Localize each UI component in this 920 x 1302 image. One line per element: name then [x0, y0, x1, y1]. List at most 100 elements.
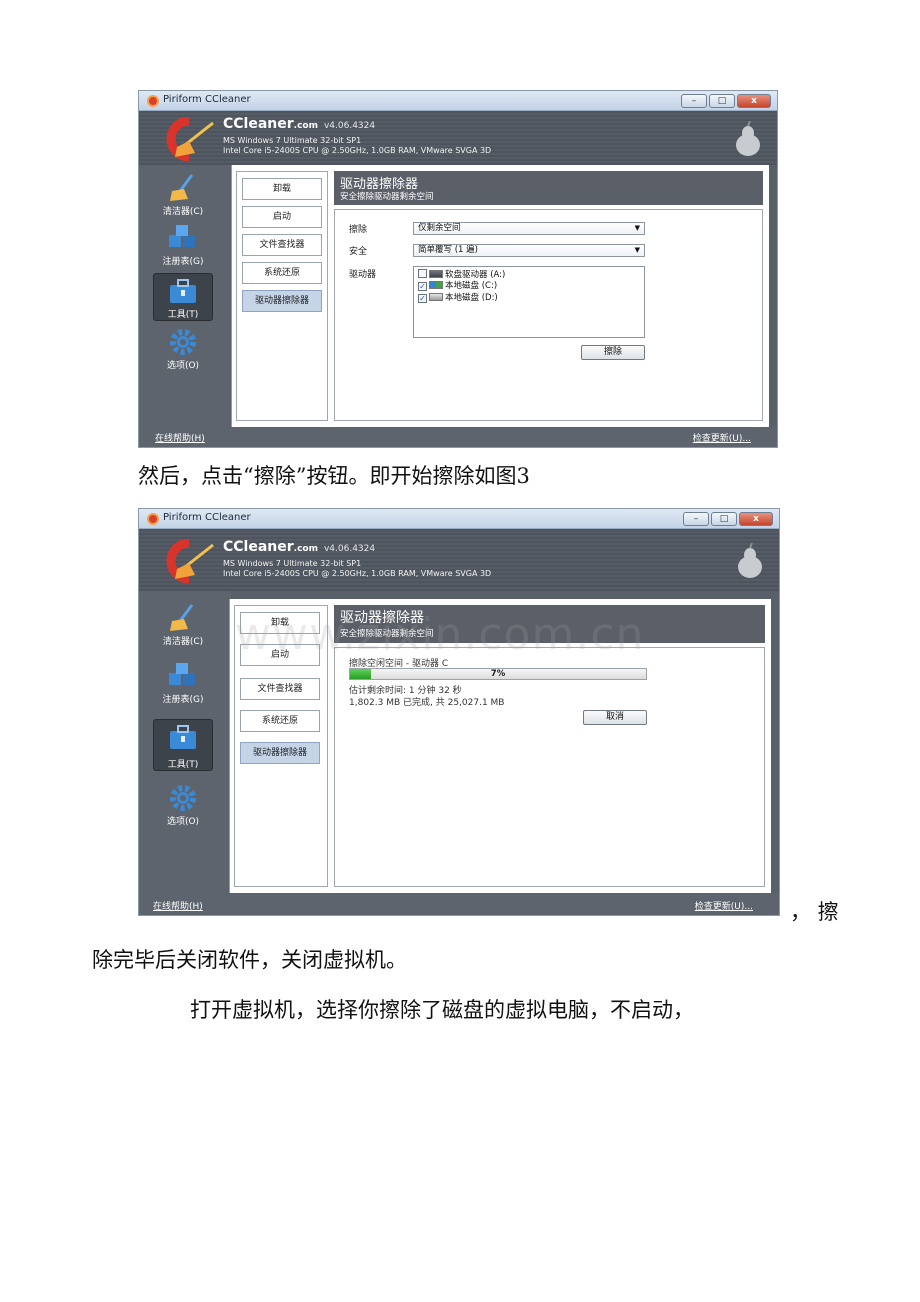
brand-title: CCleaner.com v4.06.4324 — [223, 539, 376, 555]
sidebar-item-label: 注册表(G) — [162, 257, 204, 267]
toolbox-icon — [170, 725, 196, 749]
local-disk-icon — [429, 293, 443, 301]
sidebar-item-registry[interactable]: 注册表(G) — [153, 221, 213, 269]
tool-file-finder-button[interactable]: 文件查找器 — [240, 678, 320, 700]
maximize-button[interactable]: □ — [709, 94, 735, 108]
app-header: CCleaner.com v4.06.4324 MS Windows 7 Ulti… — [139, 529, 779, 591]
panel-subtitle: 安全擦除驱动器剩余空间 — [340, 192, 434, 202]
app-header: CCleaner.com v4.06.4324 MS Windows 7 Ulti… — [139, 111, 777, 165]
minimize-button[interactable]: – — [683, 512, 709, 526]
watermark: www.zixin.com.cn — [235, 609, 645, 660]
close-button[interactable]: x — [737, 94, 771, 108]
system-info-os: MS Windows 7 Ultimate 32-bit SP1 — [223, 559, 362, 568]
list-item[interactable]: ✓ 本地磁盘 (D:) — [418, 293, 498, 304]
titlebar: Piriform CCleaner – □ x — [139, 509, 779, 529]
sidebar: 清洁器(C) 注册表(G) 工具(T) 选项(O) — [139, 591, 231, 895]
wipe-button[interactable]: 擦除 — [581, 345, 645, 360]
app-logo-icon — [147, 95, 159, 107]
registry-cubes-icon — [169, 663, 195, 685]
doc-paragraph-1-continued: ， 擦 — [790, 900, 839, 924]
sidebar-item-label: 清洁器(C) — [162, 637, 204, 647]
window-title: Piriform CCleaner — [163, 94, 251, 105]
sidebar-item-label: 选项(O) — [166, 361, 200, 371]
online-help-link[interactable]: 在线帮助(H) — [155, 431, 205, 444]
sidebar-item-label: 工具(T) — [167, 310, 199, 320]
sidebar-item-options[interactable]: 选项(O) — [153, 781, 213, 829]
system-info-hardware: Intel Core i5-2400S CPU @ 2.50GHz, 1.0GB… — [223, 146, 492, 155]
brand-title: CCleaner.com v4.06.4324 — [223, 116, 376, 132]
list-item[interactable]: 软盘驱动器 (A:) — [418, 269, 505, 280]
security-label: 安全 — [349, 247, 368, 257]
tools-list: 卸载 启动 文件查找器 系统还原 驱动器擦除器 — [236, 171, 328, 421]
tool-system-restore-button[interactable]: 系统还原 — [242, 262, 322, 284]
close-button[interactable]: x — [739, 512, 773, 526]
panel-header: 驱动器擦除器 安全擦除驱动器剩余空间 — [334, 171, 763, 205]
app-footer: 在线帮助(H) 检查更新(U)... — [139, 893, 779, 915]
cancel-button[interactable]: 取消 — [583, 710, 647, 725]
sidebar-item-label: 清洁器(C) — [162, 207, 204, 217]
doc-paragraph-1: 然后，点击“擦除”按钮。即开始擦除如图3 — [138, 464, 530, 488]
sidebar-item-tools[interactable]: 工具(T) — [153, 719, 213, 771]
check-updates-link[interactable]: 检查更新(U)... — [695, 899, 753, 912]
security-select[interactable]: 简单覆写 (1 遍) ▼ — [413, 244, 645, 257]
sidebar-item-cleaner[interactable]: 清洁器(C) — [153, 601, 213, 649]
checkbox-checked-icon[interactable]: ✓ — [418, 294, 427, 303]
tool-system-restore-button[interactable]: 系统还原 — [240, 710, 320, 732]
sidebar-item-label: 注册表(G) — [162, 695, 204, 705]
list-item[interactable]: ✓ 本地磁盘 (C:) — [418, 281, 497, 292]
checkbox-unchecked-icon[interactable] — [418, 269, 427, 278]
titlebar: Piriform CCleaner – □ x — [139, 91, 777, 111]
system-info-os: MS Windows 7 Ultimate 32-bit SP1 — [223, 136, 362, 145]
drives-list: 软盘驱动器 (A:) ✓ 本地磁盘 (C:) ✓ 本地磁盘 (D:) — [413, 266, 645, 338]
progress-percent: 7% — [490, 669, 506, 679]
ccleaner-logo-icon — [166, 539, 214, 583]
wipe-mode-select[interactable]: 仅剩余空间 ▼ — [413, 222, 645, 235]
online-help-link[interactable]: 在线帮助(H) — [153, 899, 203, 912]
sidebar: 清洁器(C) 注册表(G) 工具(T) 选项(O) — [139, 165, 231, 427]
piriform-pear-icon — [738, 543, 762, 578]
window-controls: – □ x — [683, 512, 773, 526]
doc-paragraph-3: 打开虚拟机，选择你擦除了磁盘的虚拟电脑，不启动， — [190, 998, 694, 1022]
drives-label: 驱动器 — [349, 270, 377, 280]
main-content: 卸载 启动 文件查找器 系统还原 驱动器擦除器 驱动器擦除器 安全擦除驱动器剩余… — [231, 165, 769, 427]
piriform-pear-icon — [736, 121, 760, 156]
dropdown-arrow-icon: ▼ — [634, 246, 640, 254]
system-info-hardware: Intel Core i5-2400S CPU @ 2.50GHz, 1.0GB… — [223, 569, 492, 578]
broom-icon — [170, 174, 194, 201]
sidebar-item-tools[interactable]: 工具(T) — [153, 273, 213, 321]
maximize-button[interactable]: □ — [711, 512, 737, 526]
gear-icon — [170, 785, 196, 811]
doc-paragraph-2: 除完毕后关闭软件，关闭虚拟机。 — [92, 948, 407, 972]
gear-icon — [170, 329, 196, 355]
panel-body: 擦除空闲空间 - 驱动器 C 7% 估计剩余时间: 1 分钟 32 秒 1,80… — [334, 647, 765, 887]
ccleaner-logo-icon — [166, 117, 214, 161]
ccleaner-window-2: Piriform CCleaner – □ x CCleaner.com v4.0… — [138, 508, 780, 916]
minimize-button[interactable]: – — [681, 94, 707, 108]
sidebar-item-registry[interactable]: 注册表(G) — [153, 659, 213, 707]
tool-uninstall-button[interactable]: 卸载 — [242, 178, 322, 200]
ccleaner-window-1: Piriform CCleaner – □ x CCleaner.com v4.0… — [138, 90, 778, 448]
registry-cubes-icon — [169, 225, 195, 247]
dropdown-arrow-icon: ▼ — [634, 224, 640, 232]
tool-drive-wiper-button[interactable]: 驱动器擦除器 — [242, 290, 322, 312]
wipe-label: 擦除 — [349, 225, 368, 235]
broom-icon — [170, 604, 194, 631]
sidebar-item-cleaner[interactable]: 清洁器(C) — [153, 171, 213, 219]
sidebar-item-label: 选项(O) — [166, 817, 200, 827]
tool-startup-button[interactable]: 启动 — [242, 206, 322, 228]
wipe-progress-bar: 7% — [349, 668, 647, 680]
toolbox-icon — [170, 279, 196, 303]
tool-drive-wiper-button[interactable]: 驱动器擦除器 — [240, 742, 320, 764]
drive-wiper-panel: 驱动器擦除器 安全擦除驱动器剩余空间 擦除 仅剩余空间 ▼ 安全 简单覆写 (1 … — [334, 171, 763, 421]
window-controls: – □ x — [681, 94, 771, 108]
sidebar-item-label: 工具(T) — [167, 760, 199, 770]
checkbox-checked-icon[interactable]: ✓ — [418, 282, 427, 291]
check-updates-link[interactable]: 检查更新(U)... — [693, 431, 751, 444]
floppy-drive-icon — [429, 270, 443, 278]
window-title: Piriform CCleaner — [163, 512, 251, 523]
sidebar-item-options[interactable]: 选项(O) — [153, 325, 213, 373]
panel-body: 擦除 仅剩余空间 ▼ 安全 简单覆写 (1 遍) ▼ 驱动器 软盘驱动器 (A:) … — [334, 209, 763, 421]
tool-file-finder-button[interactable]: 文件查找器 — [242, 234, 322, 256]
app-footer: 在线帮助(H) 检查更新(U)... — [139, 427, 777, 447]
app-logo-icon — [147, 513, 159, 525]
